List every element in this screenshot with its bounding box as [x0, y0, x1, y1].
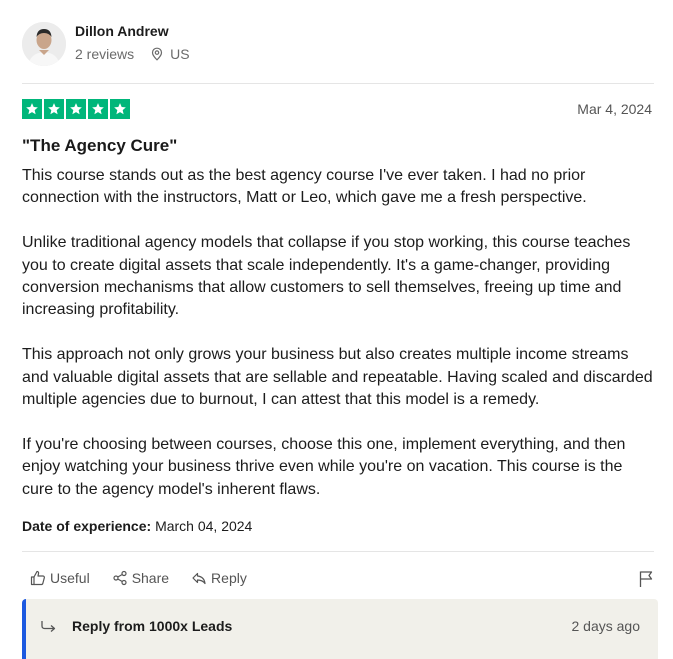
review-paragraph: This course stands out as the best agenc… — [22, 167, 587, 207]
share-icon — [113, 570, 127, 586]
star-icon — [44, 99, 64, 119]
star-icon — [22, 99, 42, 119]
company-reply-title: Reply from 1000x Leads — [72, 618, 233, 634]
user-name[interactable]: Dillon Andrew — [75, 23, 169, 39]
reply-button[interactable]: Reply — [191, 570, 247, 586]
experience-date: March 04, 2024 — [155, 518, 253, 534]
review-header: Dillon Andrew 2 reviews US — [22, 0, 654, 84]
experience-label: Date of experience: — [22, 518, 152, 534]
useful-button[interactable]: Useful — [30, 570, 90, 586]
review-date: Mar 4, 2024 — [577, 101, 652, 117]
share-button[interactable]: Share — [112, 570, 169, 586]
review-paragraph: This approach not only grows your busine… — [22, 346, 653, 409]
review-title[interactable]: "The Agency Cure" — [22, 136, 177, 156]
review-paragraph: Unlike traditional agency models that co… — [22, 234, 631, 319]
share-label: Share — [131, 570, 170, 586]
location-pin-icon — [152, 47, 163, 61]
company-reply: Reply from 1000x Leads 2 days ago — [22, 599, 658, 659]
thumbs-up-icon — [30, 570, 45, 586]
useful-label: Useful — [50, 570, 90, 586]
reply-icon — [192, 572, 206, 585]
reply-label: Reply — [211, 570, 247, 586]
flag-icon — [639, 571, 653, 587]
user-location: US — [150, 46, 190, 62]
review-actions: Useful Share Reply — [30, 570, 247, 586]
avatar[interactable] — [22, 22, 66, 66]
review-count: 2 reviews — [75, 46, 135, 62]
review-paragraph: If you're choosing between courses, choo… — [22, 435, 626, 498]
divider — [22, 551, 654, 552]
rating-row: Mar 4, 2024 — [22, 99, 654, 119]
report-button[interactable] — [638, 570, 654, 593]
date-of-experience: Date of experience: March 04, 2024 — [22, 518, 252, 534]
review-body: This course stands out as the best agenc… — [22, 165, 654, 523]
company-reply-time: 2 days ago — [571, 618, 641, 634]
location-label: US — [170, 46, 190, 62]
company-reply-icon — [40, 619, 58, 640]
avatar-image — [22, 22, 66, 66]
star-icon — [88, 99, 108, 119]
star-icon — [66, 99, 86, 119]
review-card: Dillon Andrew 2 reviews US Mar 4, 2024 "… — [22, 0, 658, 659]
star-icon — [110, 99, 130, 119]
user-meta: 2 reviews US — [75, 46, 190, 62]
star-rating — [22, 99, 654, 119]
